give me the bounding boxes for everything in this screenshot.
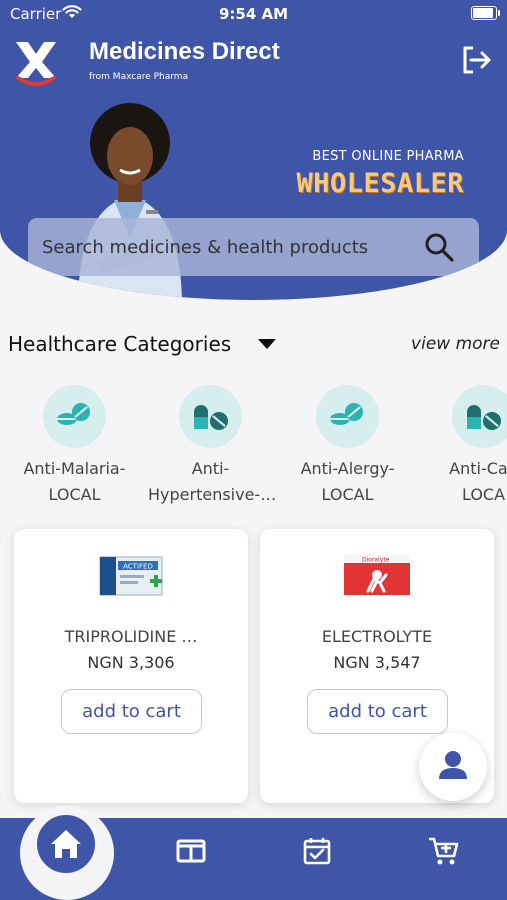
pills-icon <box>57 403 90 425</box>
category-icon-bg <box>43 385 106 448</box>
category-item[interactable]: Anti- Hypertensive-… <box>148 385 277 508</box>
search-bar[interactable] <box>28 218 479 276</box>
user-icon <box>439 751 467 779</box>
profile-button[interactable] <box>419 733 487 801</box>
clock: 9:54 AM <box>218 5 289 23</box>
add-to-cart-button[interactable]: add to cart <box>307 689 448 734</box>
app-title: Medicines Direct <box>89 38 280 65</box>
category-icon-bg <box>316 385 379 448</box>
product-image: Dioralyte <box>344 555 410 595</box>
header-banner: Carrier 9:54 AM Medicines Direct from Ma… <box>0 0 507 300</box>
capsule-pill-icon <box>194 405 228 430</box>
app-subtitle: from Maxcare Pharma <box>89 72 189 82</box>
product-name: TRIPROLIDINE … <box>64 627 198 646</box>
category-label: LOCA <box>461 485 506 504</box>
add-to-cart-button[interactable]: add to cart <box>61 689 202 734</box>
product-price: NGN 3,306 <box>87 653 175 672</box>
capsule-pill-icon <box>467 405 501 430</box>
product-card[interactable]: ACTIFED TRIPROLIDINE … NGN 3,306 add to … <box>14 529 248 803</box>
category-label: Anti-Can <box>449 459 507 478</box>
product-image: ACTIFED <box>99 556 163 596</box>
pills-icon <box>330 403 363 425</box>
svg-text:Dioralyte: Dioralyte <box>362 557 390 564</box>
cart-add-icon[interactable] <box>427 834 461 868</box>
caret-down-icon[interactable] <box>258 339 276 349</box>
category-item[interactable]: Anti-Alergy- LOCAL <box>285 385 410 508</box>
banner-headline: WHOLESALER <box>296 168 464 199</box>
svg-text:ACTIFED: ACTIFED <box>123 563 153 571</box>
product-name: ELECTROLYTE <box>321 627 433 646</box>
search-icon[interactable] <box>423 231 455 263</box>
category-icon-bg <box>179 385 242 448</box>
product-price: NGN 3,547 <box>333 653 421 672</box>
home-icon <box>51 830 81 858</box>
category-label: Hypertensive-… <box>148 485 277 504</box>
status-bar: Carrier 9:54 AM <box>0 0 507 28</box>
category-label: LOCAL <box>48 485 101 504</box>
calendar-check-icon[interactable] <box>300 834 334 868</box>
category-label: Anti- <box>191 459 230 478</box>
view-more-link[interactable]: view more <box>411 334 500 354</box>
logout-icon[interactable] <box>458 42 494 78</box>
category-icon-bg <box>452 385 507 448</box>
category-item[interactable]: Anti-Can LOCA <box>421 385 507 508</box>
maxcare-logo-icon <box>16 42 56 86</box>
search-input[interactable] <box>42 218 412 276</box>
category-item[interactable]: Anti-Malaria- LOCAL <box>12 385 137 508</box>
categories-title: Healthcare Categories <box>8 332 232 356</box>
home-tab[interactable] <box>33 811 99 877</box>
category-label: Anti-Malaria- <box>23 459 126 478</box>
category-label: Anti-Alergy- <box>300 459 395 478</box>
bottom-navigation <box>0 806 507 900</box>
category-label: LOCAL <box>321 485 374 504</box>
banner-tagline: BEST ONLINE PHARMA <box>312 149 464 164</box>
battery-icon <box>471 6 500 20</box>
catalog-icon[interactable] <box>174 834 208 868</box>
category-list: Anti-Malaria- LOCAL Anti- Hypertensive-…… <box>0 385 507 510</box>
